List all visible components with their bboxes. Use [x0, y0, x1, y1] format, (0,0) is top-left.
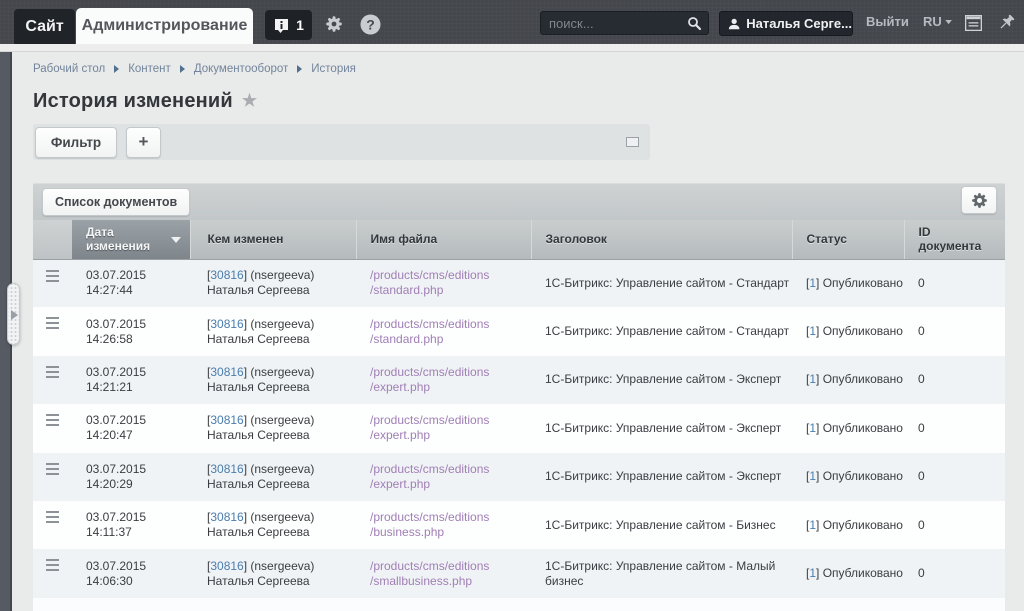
svg-text:?: ?: [366, 17, 375, 33]
